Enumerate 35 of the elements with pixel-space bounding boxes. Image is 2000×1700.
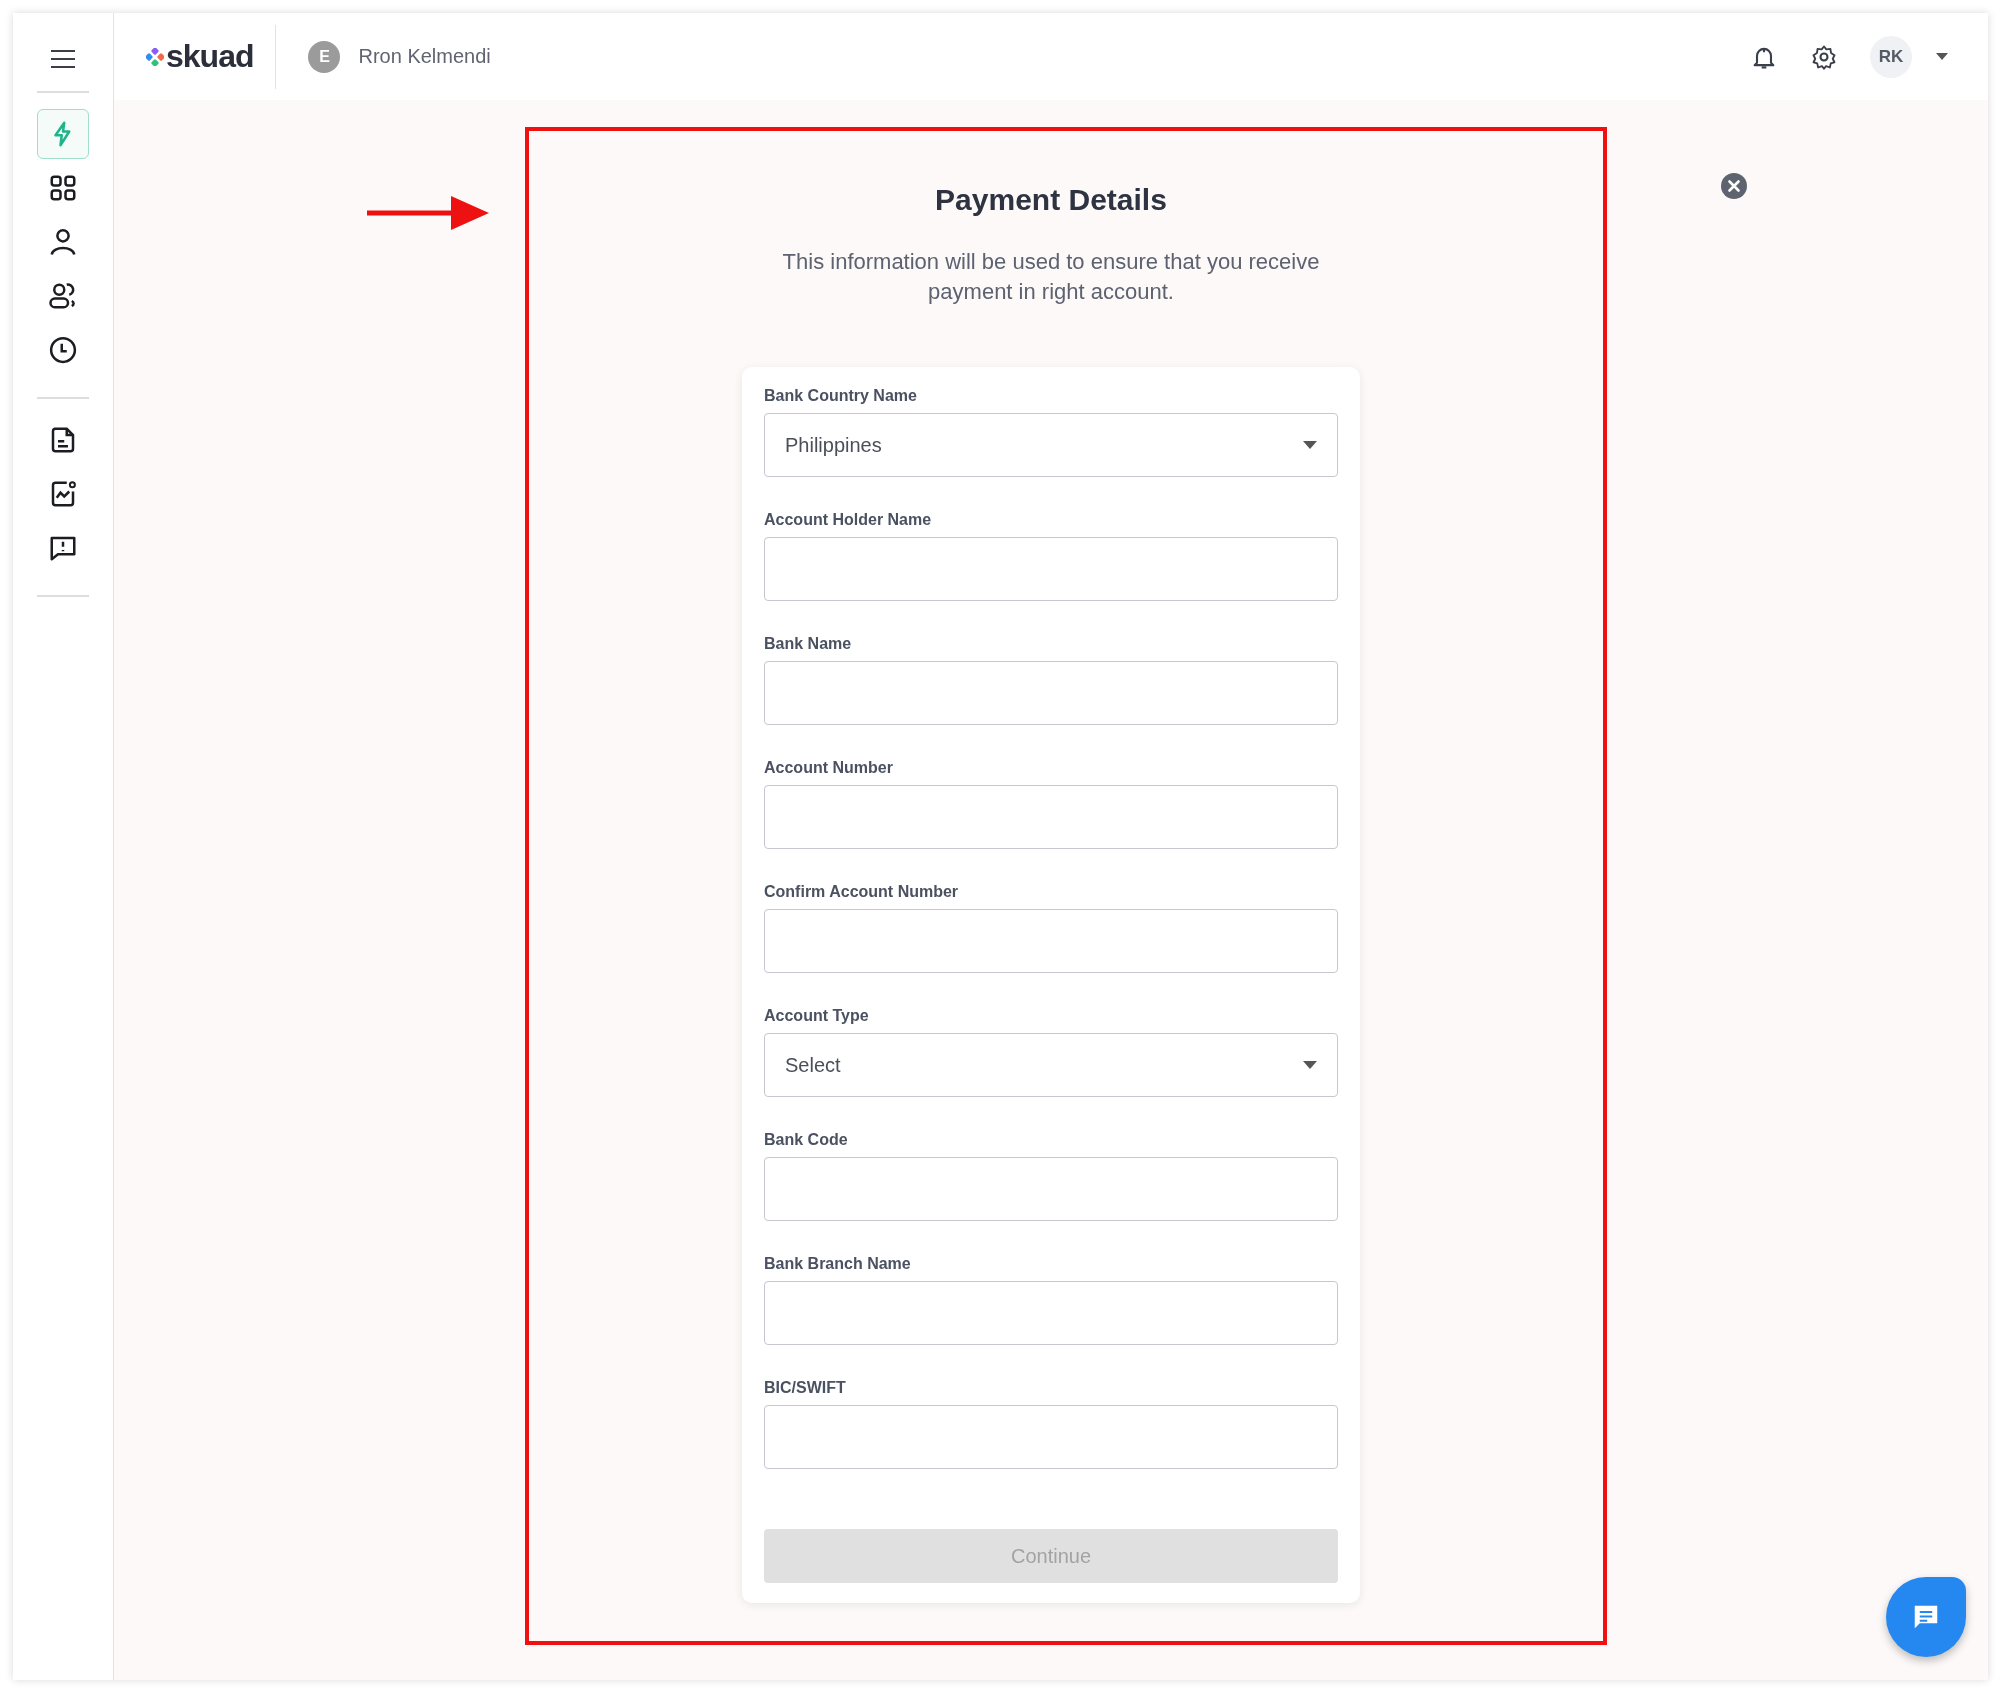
input-field[interactable] [764,785,1338,849]
field-label: Bank Name [764,635,853,653]
dropdown-field[interactable]: Philippines [764,413,1338,477]
input-field[interactable] [764,1157,1338,1221]
account-avatar: E [308,40,341,73]
field-label: Confirm Account Number [764,883,960,901]
caret-icon [1303,1061,1317,1069]
input-field[interactable] [764,1281,1338,1345]
caret-icon [1303,441,1317,449]
input-field[interactable] [764,537,1338,601]
close-icon[interactable] [1720,172,1748,200]
account-name: Rron Kelmendi [358,45,491,68]
field-label: Account Number [764,759,894,777]
menu-icon[interactable] [50,49,76,69]
field-label: Bank Code [764,1131,849,1149]
dropdown-field[interactable]: Select [764,1033,1338,1097]
chat-button[interactable] [1886,1577,1966,1657]
logo-text: skuad [166,38,254,75]
clock-icon [48,335,78,365]
logo-mark-icon [146,47,164,66]
dialog-title: Payment Details [935,183,1167,217]
field-label: Account Type [764,1007,870,1025]
input-field[interactable] [764,1405,1338,1469]
field-label: Account Holder Name [764,511,933,529]
person-icon [48,227,78,257]
input-field[interactable] [764,661,1338,725]
grid-icon [48,173,78,203]
user-avatar[interactable]: RK [1870,35,1912,78]
input-field[interactable] [764,909,1338,973]
field-label: Bank Country Name [764,387,918,405]
caret-icon[interactable] [1936,52,1948,61]
people-icon [48,281,78,311]
dialog-subtitle: This information will be used to ensure that you receive payment in right account. [781,248,1321,306]
field-label: BIC/SWIFT [764,1379,847,1397]
field-label: Bank Branch Name [764,1255,912,1273]
